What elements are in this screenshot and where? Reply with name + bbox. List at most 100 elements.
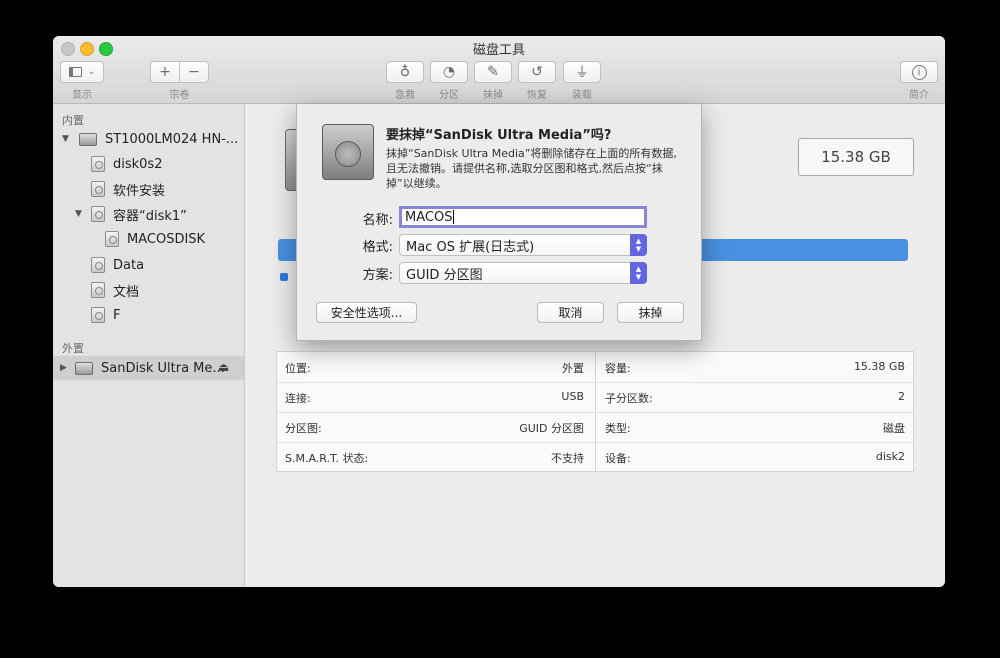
sidebar-item-software-install[interactable]: 软件安装 [53,177,244,201]
sidebar-item-label: 软件安装 [113,183,166,199]
info-value: 15.38 GB [853,360,905,373]
capacity-box: 15.38 GB [798,138,914,176]
info-value: GUID 分区图 [519,422,584,435]
volume-label: 宗卷 [169,90,190,101]
scheme-select[interactable]: GUID 分区图 ▲ ▼ [399,262,647,284]
info-value: 2 [898,390,905,403]
window-title: 磁盘工具 [472,43,525,58]
disclosure-closed-icon: ▶ [60,363,67,373]
security-options-button[interactable]: 安全性选项... [316,302,417,323]
sidebar-item-internal-disk[interactable]: ▼ ST1000LM024 HN-... [53,127,244,151]
mount-button[interactable]: ⏚ [563,61,601,83]
info-key: S.M.A.R.T. 状态: [285,452,369,465]
select-arrows-icon: ▲ ▼ [630,262,647,284]
sidebar-item-f[interactable]: F [53,303,244,327]
name-label: 名称: [362,213,393,228]
restore-button[interactable]: ↺ [518,61,556,83]
sidebar-item-documents[interactable]: 文档 [53,278,244,302]
pie-chart-icon: ◔ [442,64,456,80]
info-key: 分区图: [285,422,322,435]
erase-button[interactable]: ✎ [474,61,512,83]
restore-icon: ↺ [531,64,543,80]
info-key: 位置: [285,362,311,375]
restore-label: 恢复 [527,90,547,101]
view-button[interactable]: ⌄ [60,61,104,83]
disclosure-open-icon: ▼ [75,209,82,219]
sidebar-item-label: MACOSDISK [127,231,206,247]
sidebar-item-sandisk[interactable]: ▶ SanDisk Ultra Me... ⏏ [53,356,244,380]
volume-icon [91,156,105,172]
partition-label: 分区 [439,90,459,101]
info-button[interactable]: i [900,61,938,83]
erase-dialog: 要抹掉“SanDisk Ultra Media”吗? 抹掉“SanDisk Ul… [296,104,702,341]
info-key: 子分区数: [605,392,653,405]
scheme-select-value: GUID 分区图 [406,267,483,283]
chevron-down-icon: ⌄ [87,67,96,77]
volume-icon [91,282,105,298]
titlebar: 磁盘工具 ⌄ 显示 + − 宗卷 ♁ 急救 ◔ 分区 ✎ 抹掉 ↺ 恢复 ⏚ 装… [53,36,945,104]
external-header: 外置 [62,342,84,355]
info-key: 设备: [605,452,631,465]
format-select[interactable]: Mac OS 扩展(日志式) ▲ ▼ [399,234,647,256]
sidebar: 内置 ▼ ST1000LM024 HN-... disk0s2 软件安装 ▼ 容… [53,104,245,587]
sidebar-item-label: disk0s2 [113,156,163,172]
info-value: 不支持 [551,452,584,465]
info-row: S.M.A.R.T. 状态: 不支持 设备: disk2 [277,442,913,472]
sidebar-item-label: ST1000LM024 HN-... [105,131,239,147]
info-key: 容量: [605,362,631,375]
dialog-message: 抹掉“SanDisk Ultra Media”将删除储存在上面的所有数据,且无法… [386,147,677,190]
sidebar-item-macosdisk[interactable]: MACOSDISK [53,227,244,251]
sidebar-item-container-disk1[interactable]: ▼ 容器“disk1” [53,202,244,226]
info-value: disk2 [875,450,905,463]
volume-icon [91,307,105,323]
disclosure-open-icon: ▼ [62,134,69,144]
volume-icon [91,181,105,197]
info-value: 磁盘 [883,422,905,435]
sidebar-item-data[interactable]: Data [53,253,244,277]
sidebar-item-label: Data [113,257,145,273]
remove-volume-button[interactable]: − [179,61,209,83]
container-icon [91,206,105,222]
info-value: USB [561,390,584,403]
info-key: 类型: [605,422,631,435]
sidebar-item-label: F [113,307,121,323]
hard-disk-icon [322,124,374,180]
hard-disk-icon [79,132,97,146]
sidebar-item-label: 文档 [113,284,140,300]
cancel-button[interactable]: 取消 [537,302,604,323]
sidebar-view-icon [68,67,82,77]
info-row: 连接: USB 子分区数: 2 [277,382,913,412]
format-select-value: Mac OS 扩展(日志式) [406,239,535,255]
volume-icon [105,231,119,247]
dialog-title: 要抹掉“SanDisk Ultra Media”吗? [386,128,612,143]
first-aid-label: 急救 [395,90,415,101]
first-aid-button[interactable]: ♁ [386,61,424,83]
sidebar-item-label: 容器“disk1” [113,208,187,224]
mount-icon: ⏚ [575,65,589,81]
erase-confirm-button[interactable]: 抹掉 [617,302,684,323]
usb-disk-icon [75,361,93,375]
view-label: 显示 [72,90,92,101]
stethoscope-icon: ♁ [399,64,411,80]
sidebar-item-disk0s2[interactable]: disk0s2 [53,152,244,176]
volume-icon [91,257,105,273]
info-label: 简介 [909,90,929,101]
eject-icon[interactable]: ⏏ [218,360,229,374]
format-label: 格式: [362,240,393,255]
erase-label: 抹掉 [483,90,503,101]
partition-button[interactable]: ◔ [430,61,468,83]
info-value: 外置 [562,362,584,375]
text-cursor [453,210,455,224]
info-table: 位置: 外置 容量: 15.38 GB 连接: USB 子分区数: 2 分区图:… [276,351,914,472]
name-input[interactable]: MACOS [399,206,647,228]
add-volume-button[interactable]: + [150,61,180,83]
mount-label: 装载 [572,90,592,101]
erase-icon: ✎ [487,64,499,80]
select-arrows-icon: ▲ ▼ [630,234,647,256]
internal-header: 内置 [62,114,84,127]
usage-legend-swatch [280,273,288,281]
info-row: 位置: 外置 容量: 15.38 GB [277,352,913,382]
sidebar-item-label: SanDisk Ultra Me... [101,360,225,376]
info-row: 分区图: GUID 分区图 类型: 磁盘 [277,412,913,442]
info-key: 连接: [285,392,311,405]
